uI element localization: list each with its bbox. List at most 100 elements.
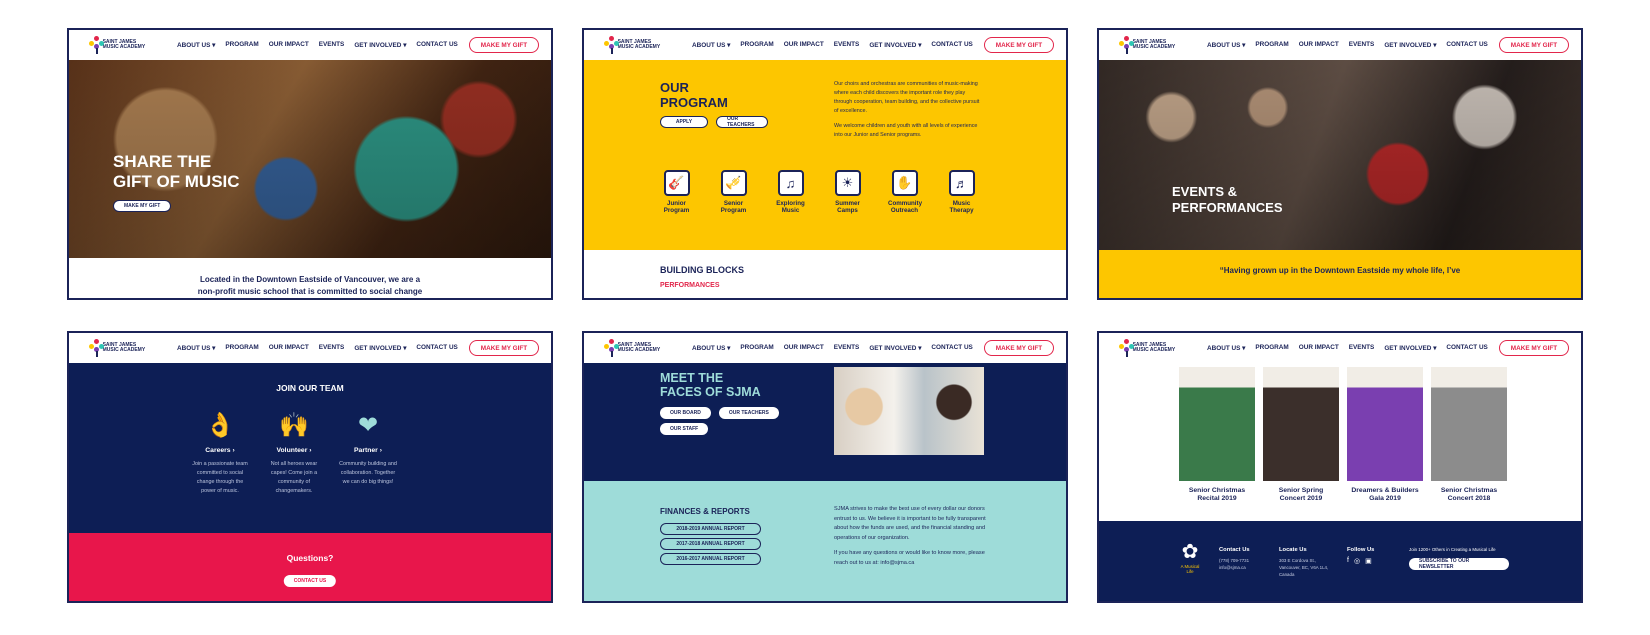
event-card[interactable]: Dreamers & Builders Gala 2019: [1347, 367, 1423, 503]
menu-events[interactable]: EVENTS: [319, 344, 345, 352]
site-logo[interactable]: SAINT JAMES MUSIC ACADEMY: [1119, 35, 1179, 55]
program-summer-camps[interactable]: ☀ Summer Camps: [831, 170, 864, 214]
screen-about: SAINT JAMES MUSIC ACADEMY ABOUT US ▾ PRO…: [582, 331, 1068, 603]
menu-program[interactable]: PROGRAM: [740, 344, 773, 352]
event-photo: [1431, 367, 1507, 481]
menu-about-us[interactable]: ABOUT US ▾: [1207, 344, 1245, 352]
menu-our-impact[interactable]: OUR IMPACT: [1299, 41, 1339, 49]
facebook-icon[interactable]: f: [1347, 557, 1349, 565]
careers-card[interactable]: 👌 Careers › Join a passionate team committ…: [189, 411, 251, 496]
menu-contact-us[interactable]: CONTACT US: [1446, 344, 1487, 352]
make-my-gift-button[interactable]: MAKE MY GIFT: [984, 340, 1054, 356]
make-my-gift-button[interactable]: MAKE MY GIFT: [469, 37, 539, 53]
program-label: Junior: [667, 200, 686, 207]
menu-our-impact[interactable]: OUR IMPACT: [784, 41, 824, 49]
event-title: Recital 2019: [1197, 495, 1237, 502]
menu-program[interactable]: PROGRAM: [1255, 344, 1288, 352]
menu-about-us[interactable]: ABOUT US ▾: [177, 41, 215, 49]
menu-contact-us[interactable]: CONTACT US: [416, 344, 457, 352]
program-label: Community: [888, 200, 923, 207]
site-logo[interactable]: SAINT JAMES MUSIC ACADEMY: [604, 338, 664, 358]
report-2018-2019-button[interactable]: 2018-2019 ANNUAL REPORT: [660, 523, 761, 535]
report-2016-2017-button[interactable]: 2016-2017 ANNUAL REPORT: [660, 553, 761, 565]
finances-text-1: SJMA strives to make the best use of eve…: [834, 506, 986, 541]
make-my-gift-button[interactable]: MAKE MY GIFT: [1499, 340, 1569, 356]
site-logo[interactable]: SAINT JAMES MUSIC ACADEMY: [89, 35, 149, 55]
menu-program[interactable]: PROGRAM: [1255, 41, 1288, 49]
menu-about-us[interactable]: ABOUT US ▾: [692, 344, 730, 352]
event-photo: [1179, 367, 1255, 481]
program-label: Camps: [837, 207, 858, 214]
make-my-gift-button[interactable]: MAKE MY GIFT: [469, 340, 539, 356]
site-logo[interactable]: SAINT JAMES MUSIC ACADEMY: [604, 35, 664, 55]
menu-events[interactable]: EVENTS: [1349, 41, 1375, 49]
menu-get-involved[interactable]: GET INVOLVED ▾: [354, 344, 406, 352]
program-label: Senior: [723, 200, 744, 207]
footer-contact: Contact Us (778) 709-7731 info@sjma.ca: [1219, 547, 1250, 571]
menu-about-us[interactable]: ABOUT US ▾: [1207, 41, 1245, 49]
our-staff-button[interactable]: OUR STAFF: [660, 423, 709, 435]
menu-program[interactable]: PROGRAM: [225, 41, 258, 49]
make-my-gift-button[interactable]: MAKE MY GIFT: [984, 37, 1054, 53]
make-my-gift-button[interactable]: MAKE MY GIFT: [1499, 37, 1569, 53]
menu-contact-us[interactable]: CONTACT US: [416, 41, 457, 49]
menu-contact-us[interactable]: CONTACT US: [931, 344, 972, 352]
our-teachers-button[interactable]: OUR TEACHERS: [716, 116, 768, 128]
faces-title-line2: FACES OF SJMA: [660, 385, 761, 399]
menu-events[interactable]: EVENTS: [834, 41, 860, 49]
menu-about-us[interactable]: ABOUT US ▾: [692, 41, 730, 49]
menu-get-involved[interactable]: GET INVOLVED ▾: [1384, 41, 1436, 49]
footer-tagline: A Musical Life: [1180, 564, 1200, 574]
menu-about-us[interactable]: ABOUT US ▾: [177, 344, 215, 352]
menu-our-impact[interactable]: OUR IMPACT: [269, 344, 309, 352]
partner-card[interactable]: ❤ Partner › Community building and collabo…: [337, 411, 399, 496]
menu-our-impact[interactable]: OUR IMPACT: [269, 41, 309, 49]
menu-events[interactable]: EVENTS: [319, 41, 345, 49]
menu-program[interactable]: PROGRAM: [740, 41, 773, 49]
event-title: Concert 2018: [1447, 495, 1491, 502]
menu-contact-us[interactable]: CONTACT US: [931, 41, 972, 49]
menu-get-involved[interactable]: GET INVOLVED ▾: [1384, 344, 1436, 352]
volunteer-card[interactable]: 🙌 Volunteer › Not all heroes wear capes! C…: [263, 411, 325, 496]
menu-our-impact[interactable]: OUR IMPACT: [784, 344, 824, 352]
careers-link[interactable]: Careers ›: [189, 447, 251, 454]
contact-email[interactable]: info@sjma.ca: [1219, 564, 1250, 571]
instagram-icon[interactable]: ◎: [1354, 557, 1360, 565]
subscribe-newsletter-button[interactable]: SUBSCRIBE TO OUR NEWSLETTER: [1409, 558, 1509, 570]
contact-us-button[interactable]: CONTACT US: [283, 575, 337, 587]
intro-text: Located in the Downtown Eastside of Vanc…: [69, 274, 551, 298]
apply-button[interactable]: APPLY: [660, 116, 708, 128]
program-music-therapy[interactable]: ♬ Music Therapy: [945, 170, 978, 214]
site-logo[interactable]: SAINT JAMES MUSIC ACADEMY: [1119, 338, 1179, 358]
menu-contact-us[interactable]: CONTACT US: [1446, 41, 1487, 49]
partner-link[interactable]: Partner ›: [337, 447, 399, 454]
logo-text: SAINT JAMES MUSIC ACADEMY: [102, 342, 146, 353]
hero-make-gift-button[interactable]: MAKE MY GIFT: [113, 200, 172, 212]
menu-events[interactable]: EVENTS: [1349, 344, 1375, 352]
menu-events[interactable]: EVENTS: [834, 344, 860, 352]
partner-text: Community building and collaboration. To…: [339, 461, 397, 485]
volunteer-link[interactable]: Volunteer ›: [263, 447, 325, 454]
program-senior[interactable]: 🎺 Senior Program: [717, 170, 750, 214]
menu-get-involved[interactable]: GET INVOLVED ▾: [869, 344, 921, 352]
tree-logo-icon: [1119, 36, 1134, 54]
menu-get-involved[interactable]: GET INVOLVED ▾: [354, 41, 406, 49]
program-community-outreach[interactable]: ✋ Community Outreach: [888, 170, 923, 214]
menu-get-involved[interactable]: GET INVOLVED ▾: [869, 41, 921, 49]
event-card[interactable]: Senior Spring Concert 2019: [1263, 367, 1339, 503]
vimeo-icon[interactable]: ▣: [1365, 557, 1372, 565]
event-card[interactable]: Senior Christmas Recital 2019: [1179, 367, 1255, 503]
report-2017-2018-button[interactable]: 2017-2018 ANNUAL REPORT: [660, 538, 761, 550]
our-board-button[interactable]: OUR BOARD: [660, 407, 711, 419]
menu-our-impact[interactable]: OUR IMPACT: [1299, 344, 1339, 352]
site-logo[interactable]: SAINT JAMES MUSIC ACADEMY: [89, 338, 149, 358]
event-card[interactable]: Senior Christmas Concert 2018: [1431, 367, 1507, 503]
hero-title: SHARE THE GIFT OF MUSIC: [113, 152, 240, 192]
tree-logo-icon: [89, 36, 104, 54]
program-junior[interactable]: 🎸 Junior Program: [660, 170, 693, 214]
contact-phone[interactable]: (778) 709-7731: [1219, 557, 1250, 564]
menu-program[interactable]: PROGRAM: [225, 344, 258, 352]
performances-link[interactable]: PERFORMANCES: [660, 282, 720, 289]
program-exploring-music[interactable]: ♫ Exploring Music: [774, 170, 807, 214]
our-teachers-button[interactable]: OUR TEACHERS: [718, 407, 779, 419]
